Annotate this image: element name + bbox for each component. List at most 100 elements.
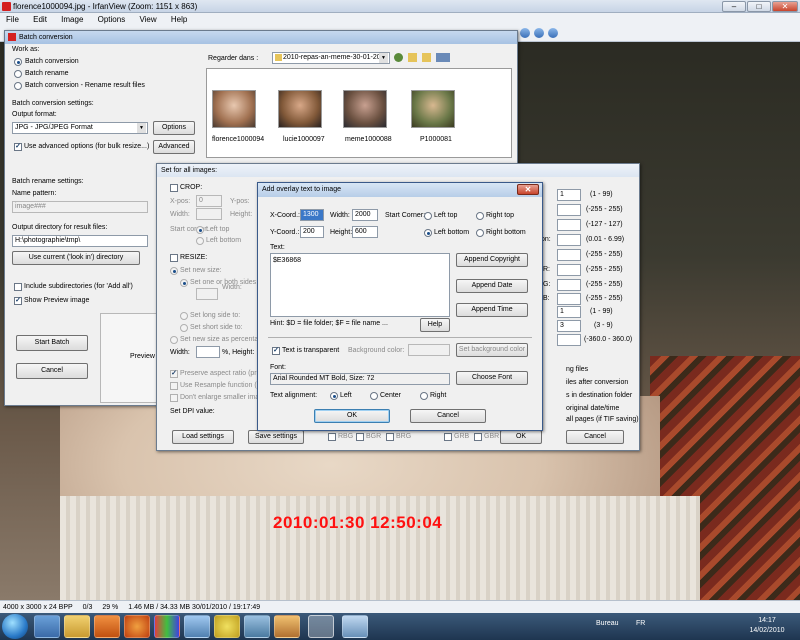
app-icon[interactable] [342, 615, 368, 638]
save-settings-button[interactable]: Save settings [248, 430, 304, 444]
corner-left-bottom-radio[interactable] [424, 229, 432, 237]
crop-checkbox[interactable] [170, 184, 178, 192]
channel-bgr-checkbox[interactable] [356, 433, 364, 441]
up-folder-icon[interactable] [408, 53, 417, 62]
menu-view[interactable]: View [139, 15, 156, 24]
options-button[interactable]: Options [153, 121, 195, 135]
media-player-icon[interactable] [94, 615, 120, 638]
look-in-select[interactable]: 2010-repas-an-meme-30-01-20 [272, 52, 390, 64]
mode-radio-rename[interactable] [14, 70, 22, 78]
menu-edit[interactable]: Edit [33, 15, 47, 24]
value-input[interactable] [557, 234, 581, 246]
append-copyright-button[interactable]: Append Copyright [456, 253, 528, 267]
set-long-side-radio[interactable] [180, 312, 188, 320]
crop-left-bottom-radio[interactable] [196, 237, 204, 245]
batch-cancel-button[interactable]: Cancel [16, 363, 88, 379]
use-current-dir-button[interactable]: Use current ('look in') directory [12, 251, 140, 265]
overlay-ok-button[interactable]: OK [314, 409, 390, 423]
channel-grb-checkbox[interactable] [444, 433, 452, 441]
language-indicator[interactable]: FR [636, 620, 645, 627]
value-input[interactable] [557, 264, 581, 276]
mode-radio-conversion[interactable] [14, 58, 22, 66]
menu-options[interactable]: Options [98, 15, 126, 24]
percent-width-input[interactable] [196, 346, 220, 358]
channel-brg-checkbox[interactable] [386, 433, 394, 441]
show-preview-checkbox[interactable] [14, 297, 22, 305]
new-folder-icon[interactable] [422, 53, 431, 62]
resize-width-input[interactable] [196, 288, 218, 300]
advanced-button[interactable]: Advanced [153, 140, 195, 154]
overlay-width-input[interactable]: 2000 [352, 209, 378, 221]
transparent-checkbox[interactable] [272, 347, 280, 355]
xpos-input[interactable]: 0 [196, 195, 222, 207]
toolbar-icon[interactable] [520, 28, 530, 38]
menu-help[interactable]: Help [171, 15, 187, 24]
maximize-button[interactable]: □ [747, 1, 771, 12]
desktop-label[interactable]: Bureau [596, 620, 619, 627]
xcoord-input[interactable]: 1300 [300, 209, 324, 221]
app-icon[interactable] [274, 615, 300, 638]
start-batch-button[interactable]: Start Batch [16, 335, 88, 351]
set-new-size-radio[interactable] [170, 267, 178, 275]
toolbar-icon[interactable] [534, 28, 544, 38]
crop-width-input[interactable] [196, 208, 222, 220]
app-icon[interactable] [244, 615, 270, 638]
overlay-text-area[interactable]: $E36868 [270, 253, 450, 317]
value-input[interactable] [557, 279, 581, 291]
help-button[interactable]: Help [420, 318, 450, 332]
channel-gbr-checkbox[interactable] [474, 433, 482, 441]
channel-rbg-checkbox[interactable] [328, 433, 336, 441]
value-input[interactable] [557, 334, 581, 346]
color-app-icon[interactable] [154, 615, 180, 638]
ycoord-input[interactable]: 200 [300, 226, 324, 238]
resize-checkbox[interactable] [170, 254, 178, 262]
close-app-button[interactable]: ✕ [772, 1, 798, 12]
menu-file[interactable]: File [6, 15, 19, 24]
value-input[interactable] [557, 219, 581, 231]
overlay-cancel-button[interactable]: Cancel [410, 409, 486, 423]
thumbnail-image[interactable] [411, 90, 455, 128]
align-right-radio[interactable] [420, 392, 428, 400]
append-time-button[interactable]: Append Time [456, 303, 528, 317]
resample-checkbox[interactable] [170, 382, 178, 390]
output-format-select[interactable]: JPG - JPG/JPEG Format [12, 122, 148, 134]
thumbnail-image[interactable] [212, 90, 256, 128]
align-center-radio[interactable] [370, 392, 378, 400]
advanced-options-checkbox[interactable] [14, 143, 22, 151]
corner-right-bottom-radio[interactable] [476, 229, 484, 237]
value-input[interactable] [557, 204, 581, 216]
mode-radio-convert-rename[interactable] [14, 82, 22, 90]
value-input[interactable] [557, 249, 581, 261]
view-menu-icon[interactable] [436, 53, 450, 62]
overlay-close-button[interactable]: ✕ [517, 184, 539, 195]
output-dir-input[interactable]: H:\photographie\tmp\ [12, 235, 148, 247]
firefox-icon[interactable] [124, 615, 150, 638]
corner-left-top-radio[interactable] [424, 212, 432, 220]
set-all-cancel-button[interactable]: Cancel [566, 430, 624, 444]
toolbar-icon[interactable] [548, 28, 558, 38]
set-one-both-radio[interactable] [180, 279, 188, 287]
name-pattern-input[interactable]: image### [12, 201, 148, 213]
menu-image[interactable]: Image [61, 15, 83, 24]
corner-right-top-radio[interactable] [476, 212, 484, 220]
align-left-radio[interactable] [330, 392, 338, 400]
minimize-button[interactable]: – [722, 1, 746, 12]
set-percent-radio[interactable] [170, 336, 178, 344]
app-icon[interactable] [214, 615, 240, 638]
taskbar-clock[interactable]: 14:17 14/02/2010 [738, 616, 796, 636]
append-date-button[interactable]: Append Date [456, 279, 528, 293]
set-all-ok-button[interactable]: OK [500, 430, 542, 444]
load-settings-button[interactable]: Load settings [172, 430, 234, 444]
set-bg-color-button[interactable]: Set background color [456, 343, 528, 357]
value-input[interactable] [557, 293, 581, 305]
value-input[interactable]: 1 [557, 306, 581, 318]
include-subdirs-checkbox[interactable] [14, 283, 22, 291]
irfanview-taskbar-icon[interactable] [308, 615, 334, 638]
start-button-icon[interactable] [2, 614, 28, 639]
thumbnail-image[interactable] [343, 90, 387, 128]
dont-enlarge-checkbox[interactable] [170, 394, 178, 402]
value-input[interactable]: 1 [557, 189, 581, 201]
back-icon[interactable] [394, 53, 403, 62]
explorer-folder-icon[interactable] [64, 615, 90, 638]
overlay-height-input[interactable]: 600 [352, 226, 378, 238]
